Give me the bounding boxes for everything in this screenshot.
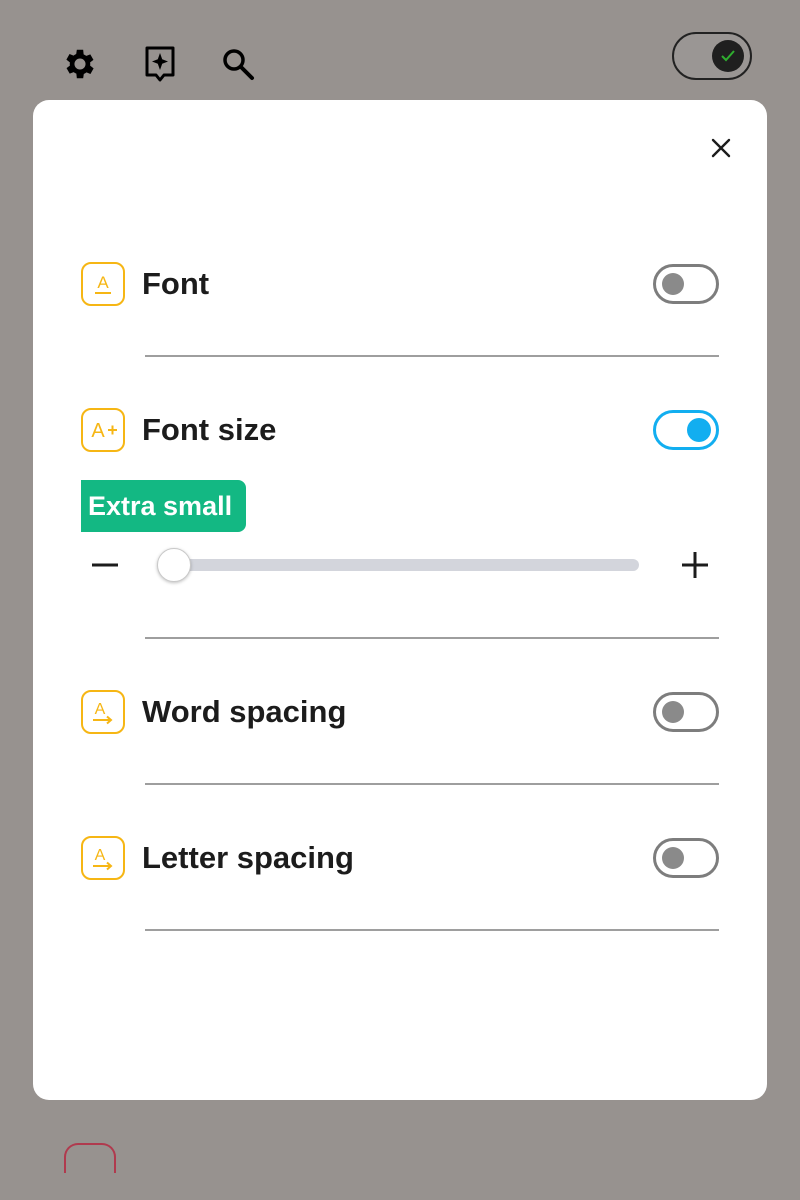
setting-label-font-size: Font size — [142, 412, 277, 447]
svg-text:A: A — [97, 273, 109, 292]
sparkle-bookmark-icon[interactable] — [140, 44, 180, 84]
setting-label-word-spacing: Word spacing — [142, 694, 347, 729]
toggle-knob — [662, 701, 684, 723]
svg-text:A: A — [95, 701, 106, 718]
divider — [145, 929, 719, 931]
divider — [145, 637, 719, 639]
gear-icon[interactable] — [60, 44, 100, 84]
background-button-edge — [64, 1143, 116, 1173]
setting-row-word-spacing: A Word spacing — [81, 689, 719, 735]
font-toggle[interactable] — [653, 264, 719, 304]
letter-spacing-icon: A — [81, 836, 125, 880]
app-screen: A Font A Font size Extra small A Word sp… — [0, 0, 800, 1200]
background-toggle[interactable] — [672, 32, 752, 80]
word-spacing-toggle[interactable] — [653, 692, 719, 732]
divider — [145, 783, 719, 785]
search-icon[interactable] — [218, 44, 258, 84]
setting-label-font: Font — [142, 266, 210, 301]
settings-modal: A Font A Font size Extra small A Word sp… — [33, 100, 767, 1100]
font-underline-icon: A — [81, 262, 125, 306]
setting-row-letter-spacing: A Letter spacing — [81, 835, 719, 881]
check-icon — [712, 40, 744, 72]
setting-row-font-size: A Font size — [81, 407, 719, 453]
font-size-slider[interactable] — [157, 548, 639, 582]
word-spacing-icon: A — [81, 690, 125, 734]
setting-label-letter-spacing: Letter spacing — [142, 840, 354, 875]
minus-icon[interactable] — [81, 545, 129, 585]
divider — [145, 355, 719, 357]
letter-spacing-toggle[interactable] — [653, 838, 719, 878]
setting-row-font: A Font — [81, 261, 719, 307]
svg-text:A: A — [95, 847, 106, 864]
slider-thumb[interactable] — [157, 548, 191, 582]
close-icon[interactable] — [703, 130, 739, 166]
plus-icon[interactable] — [671, 545, 719, 585]
toggle-knob — [687, 418, 711, 442]
font-size-plus-icon: A — [81, 408, 125, 452]
svg-text:A: A — [91, 420, 105, 442]
toggle-knob — [662, 273, 684, 295]
font-size-slider-row — [81, 545, 719, 585]
font-size-value-badge: Extra small — [81, 480, 247, 532]
toggle-knob — [662, 847, 684, 869]
font-size-toggle[interactable] — [653, 410, 719, 450]
